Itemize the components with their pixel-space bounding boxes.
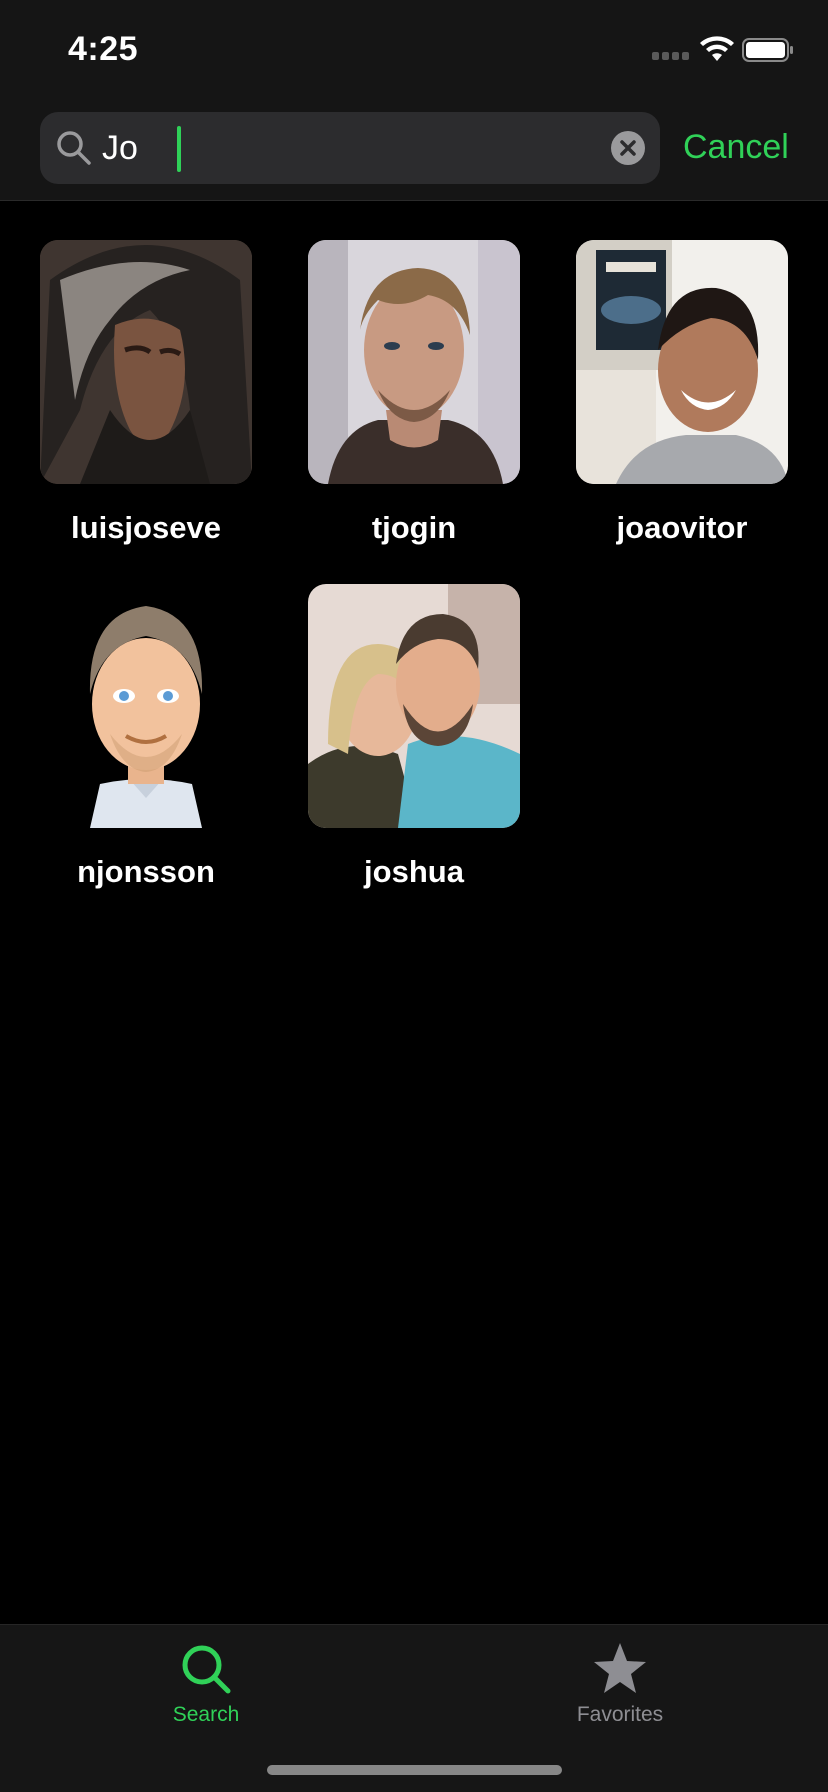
tab-search[interactable]: Search bbox=[126, 1639, 286, 1727]
search-input[interactable]: Jo bbox=[40, 112, 660, 184]
result-card[interactable]: njonsson bbox=[40, 584, 252, 890]
cancel-button[interactable]: Cancel bbox=[683, 128, 789, 167]
status-bar: 4:25 bbox=[0, 0, 828, 100]
result-username: joshua bbox=[364, 854, 464, 889]
result-card[interactable]: joshua bbox=[308, 584, 520, 890]
search-header: Jo Cancel bbox=[0, 100, 828, 201]
result-username: njonsson bbox=[77, 854, 215, 889]
result-card[interactable]: luisjoseve bbox=[40, 240, 252, 546]
clear-icon[interactable] bbox=[611, 131, 645, 165]
avatar bbox=[576, 240, 788, 484]
status-time: 4:25 bbox=[68, 30, 139, 68]
result-card[interactable]: tjogin bbox=[308, 240, 520, 546]
result-username: tjogin bbox=[371, 510, 457, 545]
tab-favorites[interactable]: Favorites bbox=[540, 1639, 700, 1727]
wifi-icon bbox=[698, 34, 736, 64]
battery-icon bbox=[742, 38, 794, 62]
text-caret bbox=[177, 126, 181, 172]
search-tab-icon bbox=[176, 1639, 236, 1699]
magnifier-icon bbox=[56, 130, 92, 166]
star-icon bbox=[590, 1639, 650, 1699]
avatar bbox=[308, 240, 520, 484]
tab-favorites-label: Favorites bbox=[576, 1703, 664, 1726]
avatar bbox=[40, 584, 252, 828]
result-card[interactable]: joaovitor bbox=[576, 240, 788, 546]
tab-search-label: Search bbox=[172, 1703, 240, 1726]
result-username: luisjoseve bbox=[71, 510, 221, 545]
avatar bbox=[308, 584, 520, 828]
cellular-signal-icon bbox=[652, 52, 692, 62]
result-username: joaovitor bbox=[616, 510, 748, 545]
avatar bbox=[40, 240, 252, 484]
search-query-text: Jo bbox=[102, 129, 138, 167]
home-indicator bbox=[267, 1765, 562, 1775]
